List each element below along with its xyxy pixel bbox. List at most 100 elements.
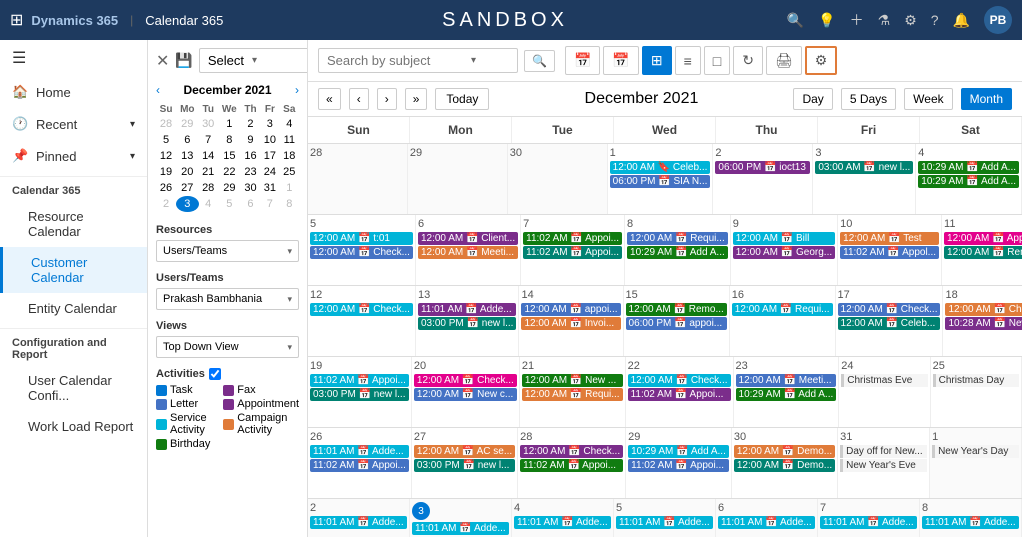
cal-event[interactable]: 12:00 AM 📅 Test <box>840 232 939 245</box>
cal-cell[interactable]: 711:02 AM 📅 Appoi...11:02 AM 📅 Appoi... <box>521 215 625 285</box>
cal-cell[interactable]: 1512:00 AM 📅 Remo...06:00 PM 📅 appoi... <box>624 286 730 356</box>
cal-last-btn[interactable]: » <box>405 88 428 110</box>
mini-cal-day[interactable]: 4 <box>199 196 218 212</box>
cal-cell[interactable]: 811:01 AM 📅 Adde... <box>920 499 1022 537</box>
cal-cell[interactable]: 1911:02 AM 📅 Appoi...03:00 PM 📅 new l... <box>308 357 412 427</box>
users-teams-select[interactable]: Prakash Bambhania ▾ <box>156 288 299 310</box>
mini-cal-day[interactable]: 1 <box>280 180 299 196</box>
sidebar-item-home[interactable]: 🏠 Home <box>0 76 147 108</box>
cal-icon-btn-day[interactable]: □ <box>704 46 730 75</box>
cal-cell[interactable]: 411:01 AM 📅 Adde... <box>512 499 614 537</box>
cal-icon-btn-refresh[interactable]: ↻ <box>733 46 763 75</box>
sidebar-item-resource-calendar[interactable]: Resource Calendar <box>0 201 147 247</box>
cal-cell[interactable]: 2012:00 AM 📅 Check...12:00 AM 📅 New c... <box>412 357 520 427</box>
sidebar-item-recent[interactable]: 🕐 Recent ▾ <box>0 108 147 140</box>
mini-cal-day[interactable]: 8 <box>218 132 241 148</box>
mini-cal-day[interactable]: 8 <box>280 196 299 212</box>
sidebar-item-customer-calendar[interactable]: Customer Calendar <box>0 247 147 293</box>
mini-cal-day[interactable]: 28 <box>199 180 218 196</box>
cal-event[interactable]: 12:00 AM 📅 Check... <box>628 374 731 387</box>
cal-event[interactable]: 12:00 AM 📅 t:01 <box>310 232 413 245</box>
mini-cal-day[interactable]: 21 <box>199 164 218 180</box>
mini-cal-day[interactable]: 20 <box>176 164 198 180</box>
cal-event[interactable]: 12:00 AM 📅 New ... <box>522 374 623 387</box>
cal-event[interactable]: 11:02 AM 📅 Appol... <box>840 246 939 259</box>
cal-event[interactable]: 12:00 AM 📅 Check... <box>838 303 941 316</box>
mini-cal-day[interactable]: 7 <box>260 196 279 212</box>
mini-cal-day[interactable]: 2 <box>156 196 176 212</box>
cal-cell[interactable]: 211:01 AM 📅 Adde... <box>308 499 410 537</box>
cal-event[interactable]: 06:00 PM 📅 ioct13 <box>715 161 810 174</box>
cal-cell[interactable]: 303:00 AM 📅 new l... <box>813 144 916 214</box>
cal-event[interactable]: 11:01 AM 📅 Adde... <box>922 516 1019 529</box>
cal-cell[interactable]: 2312:00 AM 📅 Meeti...10:29 AM 📅 Add A... <box>734 357 840 427</box>
cal-event[interactable]: New Year's Day <box>932 445 1019 458</box>
cal-cell[interactable]: 2910:29 AM 📅 Add A...11:02 AM 📅 Appoi... <box>626 428 732 498</box>
cal-event[interactable]: New Year's Eve <box>840 459 927 472</box>
cal-event[interactable]: 11:01 AM 📅 Adde... <box>310 445 409 458</box>
search-input[interactable] <box>327 53 467 68</box>
mini-cal-day[interactable]: 30 <box>241 180 260 196</box>
cal-cell[interactable]: 611:01 AM 📅 Adde... <box>716 499 818 537</box>
mini-cal-day[interactable]: 16 <box>241 148 260 164</box>
cal-event[interactable]: 11:02 AM 📅 Appoi... <box>628 459 729 472</box>
cal-event[interactable]: 03:00 AM 📅 new l... <box>815 161 913 174</box>
mini-cal-day[interactable]: 14 <box>199 148 218 164</box>
mini-cal-day[interactable]: 17 <box>260 148 279 164</box>
cal-event[interactable]: 11:02 AM 📅 Appoi... <box>523 246 622 259</box>
cal-event[interactable]: 12:00 AM 📅 Check... <box>945 303 1022 316</box>
cal-event[interactable]: 12:00 AM 📅 Meeti... <box>736 374 837 387</box>
cal-event[interactable]: 11:01 AM 📅 Adde... <box>310 516 407 529</box>
cal-event[interactable]: 12:00 AM 🔖 Celeb... <box>610 161 711 174</box>
cal-event[interactable]: 12:00 AM 📅 Demo... <box>734 445 835 458</box>
cal-view-5days[interactable]: 5 Days <box>841 88 896 110</box>
cal-event[interactable]: 11:01 AM 📅 Adde... <box>514 516 611 529</box>
cal-cell[interactable]: 511:01 AM 📅 Adde... <box>614 499 716 537</box>
cal-view-day[interactable]: Day <box>793 88 832 110</box>
mini-cal-day[interactable]: 3 <box>260 116 279 132</box>
plus-icon[interactable]: ＋ <box>850 10 864 30</box>
cal-cell[interactable]: 2812:00 AM 📅 Check...11:02 AM 📅 Appoi... <box>518 428 626 498</box>
mini-cal-prev[interactable]: ‹ <box>156 83 160 97</box>
cal-event[interactable]: 12:00 AM 📅 appoi... <box>521 303 620 316</box>
cal-event[interactable]: 11:02 AM 📅 Appoi... <box>628 388 731 401</box>
cal-event[interactable]: 03:00 PM 📅 new l... <box>310 388 409 401</box>
cal-event[interactable]: 10:29 AM 📅 Add A... <box>628 445 729 458</box>
cal-cell[interactable]: 2712:00 AM 📅 AC se...03:00 PM 📅 new l... <box>412 428 518 498</box>
cal-icon-btn-list[interactable]: ≡ <box>675 46 701 75</box>
cal-cell[interactable]: 31Day off for New...New Year's Eve <box>838 428 930 498</box>
cal-settings-btn[interactable]: ⚙ <box>805 46 838 75</box>
grid-icon[interactable]: ⊞ <box>10 10 23 30</box>
cal-cell[interactable]: 24Christmas Eve <box>839 357 930 427</box>
mini-cal-day[interactable]: 11 <box>280 132 299 148</box>
save-icon[interactable]: 💾 <box>175 52 192 69</box>
cal-cell[interactable]: 912:00 AM 📅 Bill12:00 AM 📅 Georg... <box>731 215 838 285</box>
select-dropdown[interactable]: Select ▾ <box>199 48 308 73</box>
cal-event[interactable]: 06:00 PM 📅 SIA N... <box>610 175 711 188</box>
cal-cell[interactable]: 25Christmas Day <box>931 357 1022 427</box>
cal-event[interactable]: 12:00 AM 📅 Georg... <box>733 246 835 259</box>
mini-cal-day[interactable]: 5 <box>156 132 176 148</box>
mini-cal-day[interactable]: 7 <box>199 132 218 148</box>
cal-cell[interactable]: 1212:00 AM 📅 Check... <box>308 286 416 356</box>
cal-cell[interactable]: 2112:00 AM 📅 New ...12:00 AM 📅 Requi... <box>520 357 626 427</box>
mini-cal-day[interactable]: 18 <box>280 148 299 164</box>
mini-cal-day[interactable]: 13 <box>176 148 198 164</box>
cal-icon-btn-print[interactable]: 🖨 <box>766 46 802 75</box>
cal-cell[interactable]: 512:00 AM 📅 t:0112:00 AM 📅 Check... <box>308 215 416 285</box>
sidebar-item-user-calendar-config[interactable]: User Calendar Confi... <box>0 365 147 411</box>
mini-cal-day[interactable]: 6 <box>176 132 198 148</box>
cal-cell[interactable]: 1412:00 AM 📅 appoi...12:00 AM 📅 Invoi... <box>519 286 623 356</box>
cal-event[interactable]: 11:02 AM 📅 Appoi... <box>520 459 623 472</box>
gear-icon[interactable]: ⚙ <box>904 12 917 29</box>
cal-icon-btn-1[interactable]: 📅 <box>565 46 600 75</box>
mini-cal-day[interactable]: 27 <box>176 180 198 196</box>
cal-event[interactable]: 12:00 AM 📅 New c... <box>414 388 517 401</box>
cal-event[interactable]: Christmas Eve <box>841 374 927 387</box>
mini-cal-day[interactable]: 29 <box>218 180 241 196</box>
hamburger-icon[interactable]: ☰ <box>0 40 147 76</box>
cal-event[interactable]: 12:00 AM 📅 Celeb... <box>838 317 941 330</box>
cal-event[interactable]: 12:00 AM 📅 App ... <box>944 232 1022 245</box>
mini-cal-day[interactable]: 6 <box>241 196 260 212</box>
cal-event[interactable]: 10:28 AM 📅 New l... <box>945 317 1022 330</box>
